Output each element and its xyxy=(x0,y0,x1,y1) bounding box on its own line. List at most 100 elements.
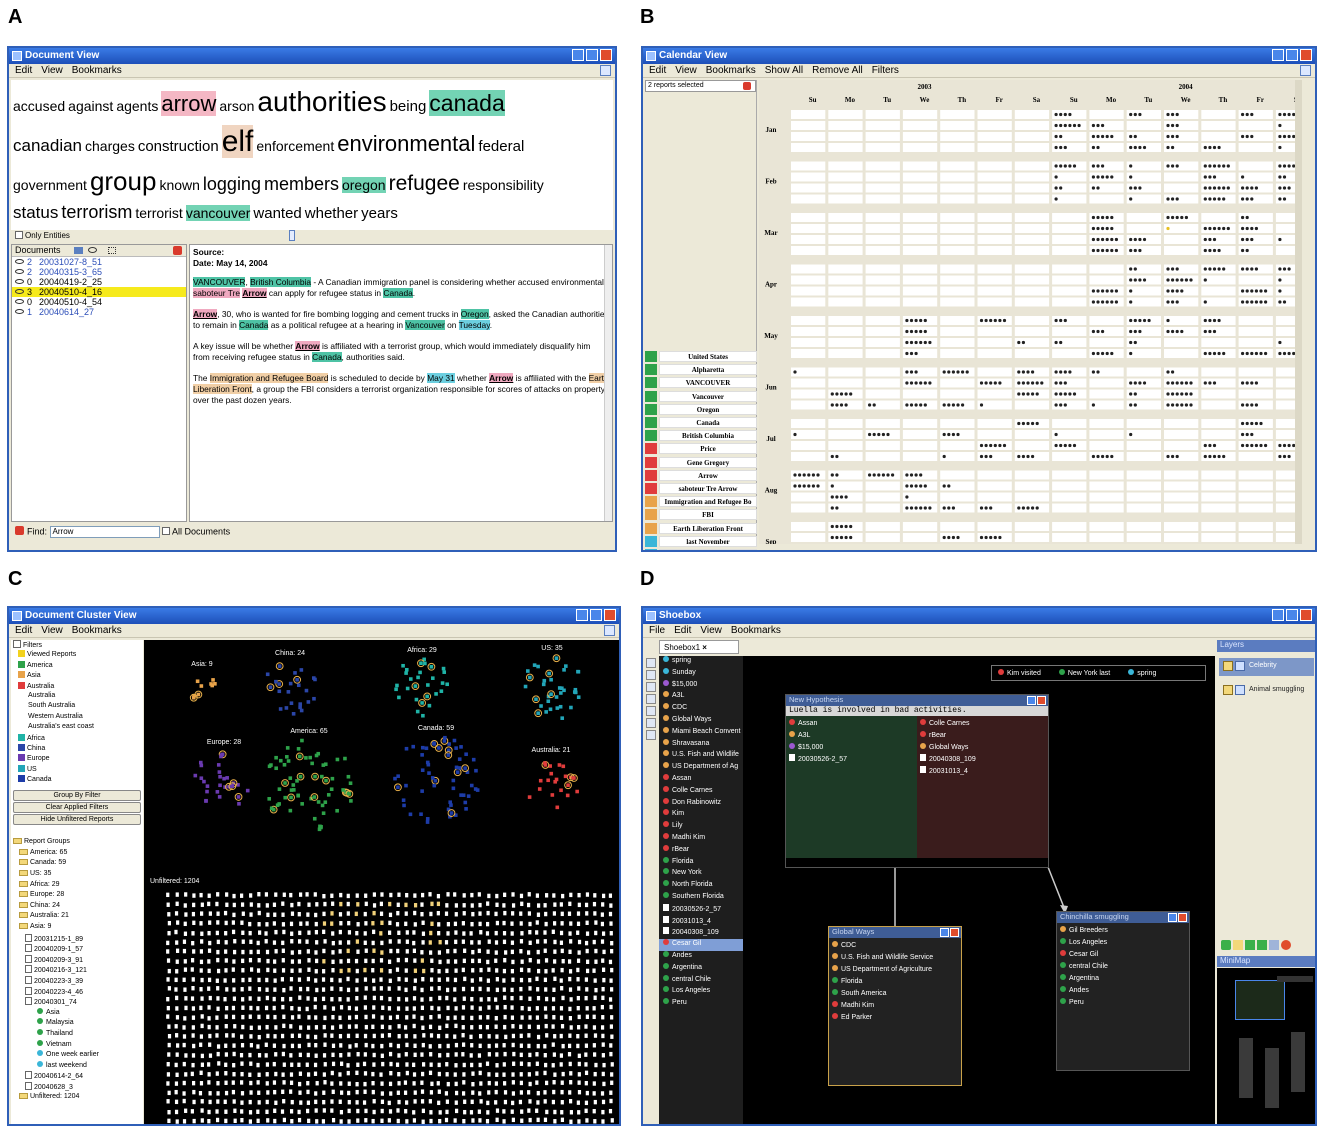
report-node[interactable] xyxy=(502,1043,506,1048)
report-dot[interactable] xyxy=(872,473,876,477)
report-node[interactable] xyxy=(462,1080,466,1085)
report-dot[interactable] xyxy=(951,370,955,374)
report-dot[interactable] xyxy=(1068,392,1072,396)
report-node[interactable] xyxy=(470,1062,474,1068)
report-node[interactable] xyxy=(215,901,219,907)
report-node[interactable] xyxy=(426,762,431,767)
report-node[interactable] xyxy=(537,787,542,791)
report-node[interactable] xyxy=(535,930,539,935)
report-dot[interactable] xyxy=(868,432,872,437)
report-node[interactable] xyxy=(544,969,548,974)
day-cell[interactable] xyxy=(940,316,975,325)
report-node[interactable] xyxy=(175,1015,180,1020)
report-node[interactable] xyxy=(192,949,196,954)
report-node[interactable] xyxy=(316,800,321,804)
report-node[interactable] xyxy=(217,770,222,774)
report-dot[interactable] xyxy=(1133,186,1137,190)
report-node[interactable] xyxy=(461,921,465,926)
report-node[interactable] xyxy=(454,903,458,908)
report-node[interactable] xyxy=(405,939,409,944)
report-node[interactable] xyxy=(224,1014,228,1019)
report-node[interactable] xyxy=(281,997,285,1002)
report-node[interactable] xyxy=(405,1015,409,1020)
report-dot[interactable] xyxy=(1250,403,1254,407)
cluster-group[interactable] xyxy=(189,678,217,702)
minimap[interactable] xyxy=(1217,968,1315,1124)
report-node[interactable] xyxy=(405,1006,409,1011)
report-node[interactable] xyxy=(404,1109,408,1114)
day-cell[interactable] xyxy=(1014,183,1050,193)
report-node[interactable] xyxy=(601,1033,605,1039)
panel-item[interactable]: 20030526-2_57 xyxy=(789,754,914,766)
document-row[interactable]: 2 20040315-3_65 xyxy=(12,267,186,277)
report-node[interactable] xyxy=(520,1109,524,1114)
report-node[interactable] xyxy=(470,986,475,992)
report-node[interactable] xyxy=(308,755,312,760)
report-node[interactable] xyxy=(307,967,311,972)
report-node[interactable] xyxy=(240,1080,244,1085)
report-dot[interactable] xyxy=(835,495,839,499)
report-node[interactable] xyxy=(478,1024,483,1030)
report-node[interactable] xyxy=(291,712,296,716)
report-node[interactable] xyxy=(397,1024,401,1029)
report-node[interactable] xyxy=(511,1042,515,1048)
group-item[interactable]: China: 24 xyxy=(11,901,143,913)
report-node[interactable] xyxy=(403,1090,408,1095)
report-node[interactable] xyxy=(543,1053,547,1058)
report-dot[interactable] xyxy=(1278,237,1282,242)
report-dot[interactable] xyxy=(1212,267,1217,271)
report-node[interactable] xyxy=(297,754,302,759)
day-cell[interactable] xyxy=(1164,172,1199,182)
group-item[interactable]: 20040628_3 xyxy=(11,1081,143,1093)
entity-list-item[interactable]: Southern Florida xyxy=(659,891,743,904)
report-node[interactable] xyxy=(569,939,573,944)
report-node[interactable] xyxy=(299,1025,303,1030)
day-cell[interactable] xyxy=(1201,132,1236,141)
report-dot[interactable] xyxy=(1278,454,1282,459)
report-node[interactable] xyxy=(241,968,245,973)
report-node[interactable] xyxy=(592,1091,596,1096)
report-node[interactable] xyxy=(404,957,409,963)
report-dot[interactable] xyxy=(1105,215,1109,220)
report-dot[interactable] xyxy=(1142,318,1147,323)
report-node[interactable] xyxy=(288,776,293,780)
report-dot[interactable] xyxy=(905,495,909,499)
folder-tool-icon[interactable] xyxy=(646,730,656,740)
report-node[interactable] xyxy=(405,1100,409,1105)
report-node[interactable] xyxy=(495,968,499,973)
report-node[interactable] xyxy=(576,669,580,674)
report-node[interactable] xyxy=(430,1081,434,1087)
report-node[interactable] xyxy=(485,1119,490,1124)
report-node[interactable] xyxy=(609,921,613,926)
cloud-word[interactable]: canadian xyxy=(13,136,82,155)
report-node[interactable] xyxy=(364,1042,368,1048)
day-cell[interactable] xyxy=(1201,533,1236,542)
report-node[interactable] xyxy=(454,1042,459,1048)
report-node[interactable] xyxy=(331,959,335,965)
report-node[interactable] xyxy=(315,987,319,993)
report-node[interactable] xyxy=(347,1081,351,1086)
report-node[interactable] xyxy=(240,1117,244,1123)
report-node[interactable] xyxy=(183,967,188,972)
report-node[interactable] xyxy=(510,1005,514,1010)
folder-layer-icon[interactable] xyxy=(1233,940,1243,950)
day-cell[interactable] xyxy=(865,533,900,542)
report-node[interactable] xyxy=(182,1080,186,1086)
report-dot[interactable] xyxy=(1217,197,1221,201)
report-dot[interactable] xyxy=(923,506,927,510)
maximize-button[interactable] xyxy=(1286,609,1298,621)
day-cell[interactable] xyxy=(977,264,1012,274)
cloud-word[interactable]: enforcement xyxy=(256,138,334,154)
report-node[interactable] xyxy=(436,1033,441,1039)
report-dot[interactable] xyxy=(909,351,914,356)
cloud-word[interactable]: terrorism xyxy=(61,202,132,222)
report-node[interactable] xyxy=(429,1033,434,1038)
report-node[interactable] xyxy=(577,892,581,898)
report-node[interactable] xyxy=(223,978,227,983)
report-node[interactable] xyxy=(577,986,581,991)
report-node[interactable] xyxy=(404,1052,408,1057)
day-cell[interactable] xyxy=(828,316,863,325)
report-node[interactable] xyxy=(420,987,424,993)
report-node[interactable] xyxy=(298,930,302,936)
report-node[interactable] xyxy=(355,930,359,936)
